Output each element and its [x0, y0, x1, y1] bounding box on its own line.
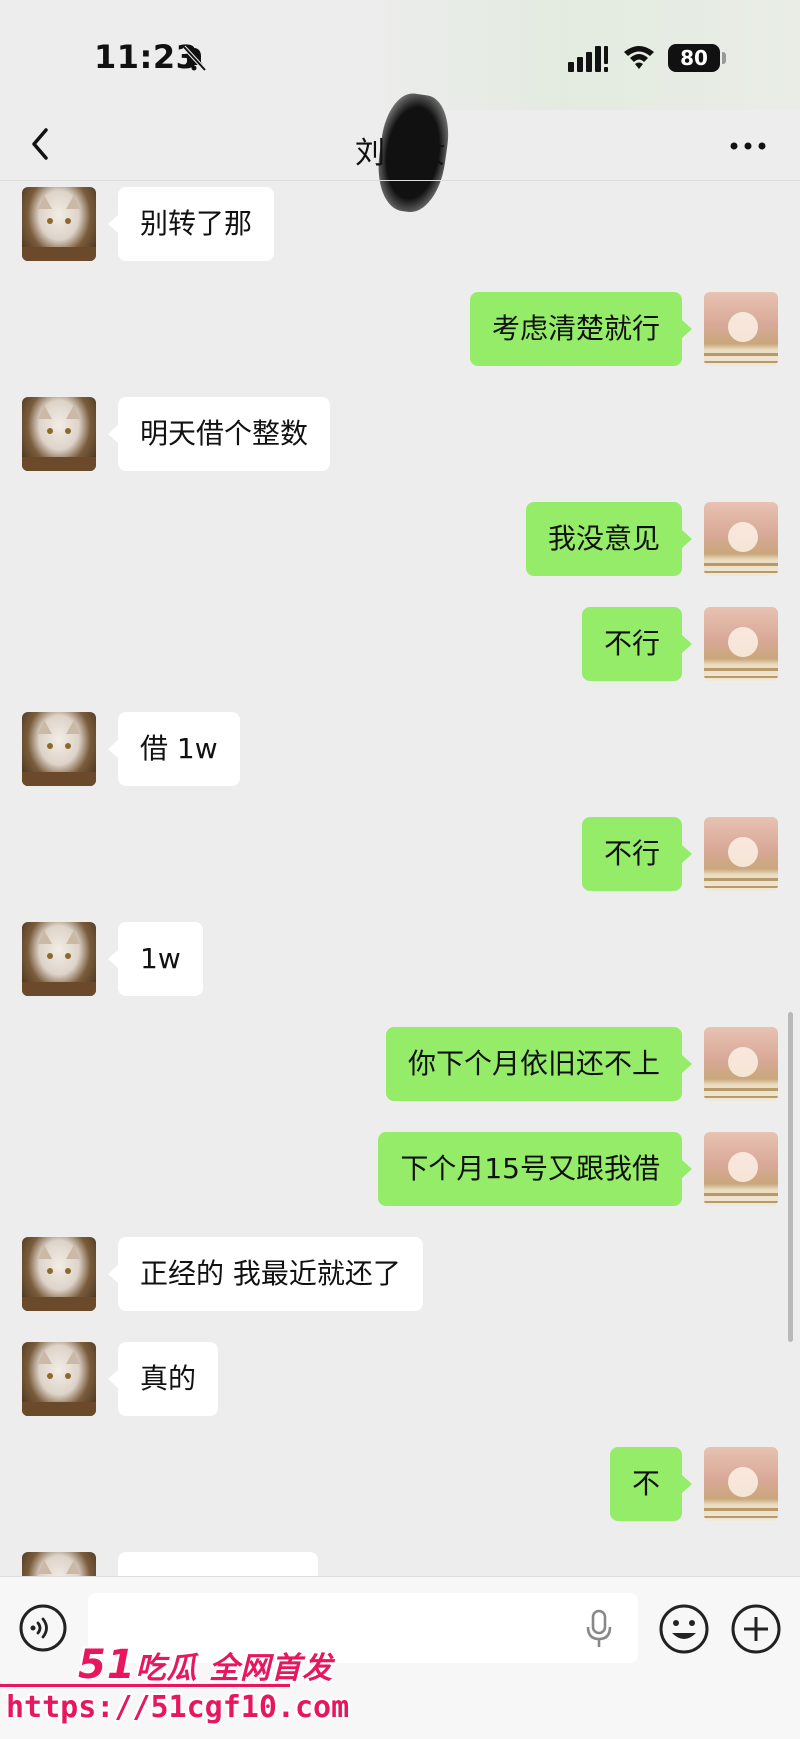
watermark-url: https://51cgf10.com	[6, 1690, 350, 1725]
watermark-brand: 51吃瓜 全网首发	[78, 1642, 333, 1688]
my-avatar[interactable]	[704, 292, 778, 366]
contact-avatar[interactable]	[22, 1237, 96, 1311]
battery-indicator: 80	[668, 44, 720, 72]
outgoing-message: 你下个月依旧还不上	[0, 1027, 800, 1103]
my-avatar[interactable]	[704, 1447, 778, 1521]
my-avatar[interactable]	[704, 1132, 778, 1206]
message-bubble[interactable]: 1w	[108, 922, 203, 996]
message-bubble[interactable]: 我没意见	[525, 502, 693, 576]
message-bubble[interactable]: 你下个月依旧还不上	[385, 1027, 693, 1101]
outgoing-message: 考虑清楚就行	[0, 292, 800, 368]
scrollbar[interactable]	[788, 1012, 793, 1342]
message-bubble[interactable]: 考虑清楚就行	[469, 292, 693, 366]
my-avatar[interactable]	[704, 607, 778, 681]
contact-avatar[interactable]	[22, 397, 96, 471]
plus-icon[interactable]	[730, 1603, 782, 1655]
message-bubble[interactable]: 真的	[107, 1342, 219, 1416]
message-bubble[interactable]: 别转了那	[107, 187, 275, 261]
outgoing-message: 不行	[0, 817, 800, 893]
incoming-message: 别转了那	[0, 187, 800, 263]
watermark-brand-number: 51	[78, 1642, 136, 1688]
incoming-message	[0, 1552, 800, 1576]
outgoing-message: 不行	[0, 607, 800, 683]
incoming-message: 1w	[0, 922, 800, 998]
cellular-signal-icon	[568, 46, 608, 72]
message-bubble[interactable]: 正经的 我最近就还了	[108, 1237, 423, 1311]
microphone-icon[interactable]	[584, 1609, 614, 1649]
outgoing-message: 我没意见	[0, 502, 800, 578]
bell-muted-icon	[182, 45, 207, 72]
my-avatar[interactable]	[704, 1027, 778, 1101]
incoming-message: 借 1w	[0, 712, 800, 788]
incoming-message: 明天借个整数	[0, 397, 800, 473]
battery-tip	[722, 52, 726, 64]
my-avatar[interactable]	[704, 502, 778, 576]
emoji-icon[interactable]	[658, 1603, 710, 1655]
incoming-message: 正经的 我最近就还了	[0, 1237, 800, 1313]
watermark-underline	[0, 1684, 290, 1687]
incoming-message: 真的	[0, 1342, 800, 1418]
outgoing-message: 不	[0, 1447, 800, 1523]
contact-avatar[interactable]	[22, 1552, 96, 1576]
message-bubble[interactable]: 不	[609, 1447, 693, 1521]
message-bubble[interactable]: 不行	[581, 817, 693, 891]
contact-avatar[interactable]	[22, 922, 96, 996]
contact-avatar[interactable]	[22, 1342, 96, 1416]
contact-avatar[interactable]	[22, 712, 96, 786]
voice-input-icon[interactable]	[18, 1603, 68, 1653]
wifi-icon	[624, 46, 654, 69]
watermark-brand-text: 吃瓜 全网首发	[135, 1651, 334, 1686]
message-bubble[interactable]: 借 1w	[108, 712, 240, 786]
message-bubble[interactable]: 不行	[581, 607, 693, 681]
more-options-icon[interactable]	[728, 138, 768, 154]
message-bubble[interactable]: 下个月15号又跟我借	[378, 1132, 692, 1206]
outgoing-message: 下个月15号又跟我借	[0, 1132, 800, 1208]
contact-avatar[interactable]	[22, 187, 96, 261]
message-bubble[interactable]: 明天借个整数	[107, 397, 331, 471]
status-bar: 11:23 80	[0, 0, 800, 110]
message-bubble[interactable]	[118, 1552, 318, 1576]
message-list[interactable]: 别转了那 考虑清楚就行 明天借个整数 我没意见 不行借 1w 不行 1w 你下个月依旧还不上下…	[0, 181, 800, 1576]
my-avatar[interactable]	[704, 817, 778, 891]
